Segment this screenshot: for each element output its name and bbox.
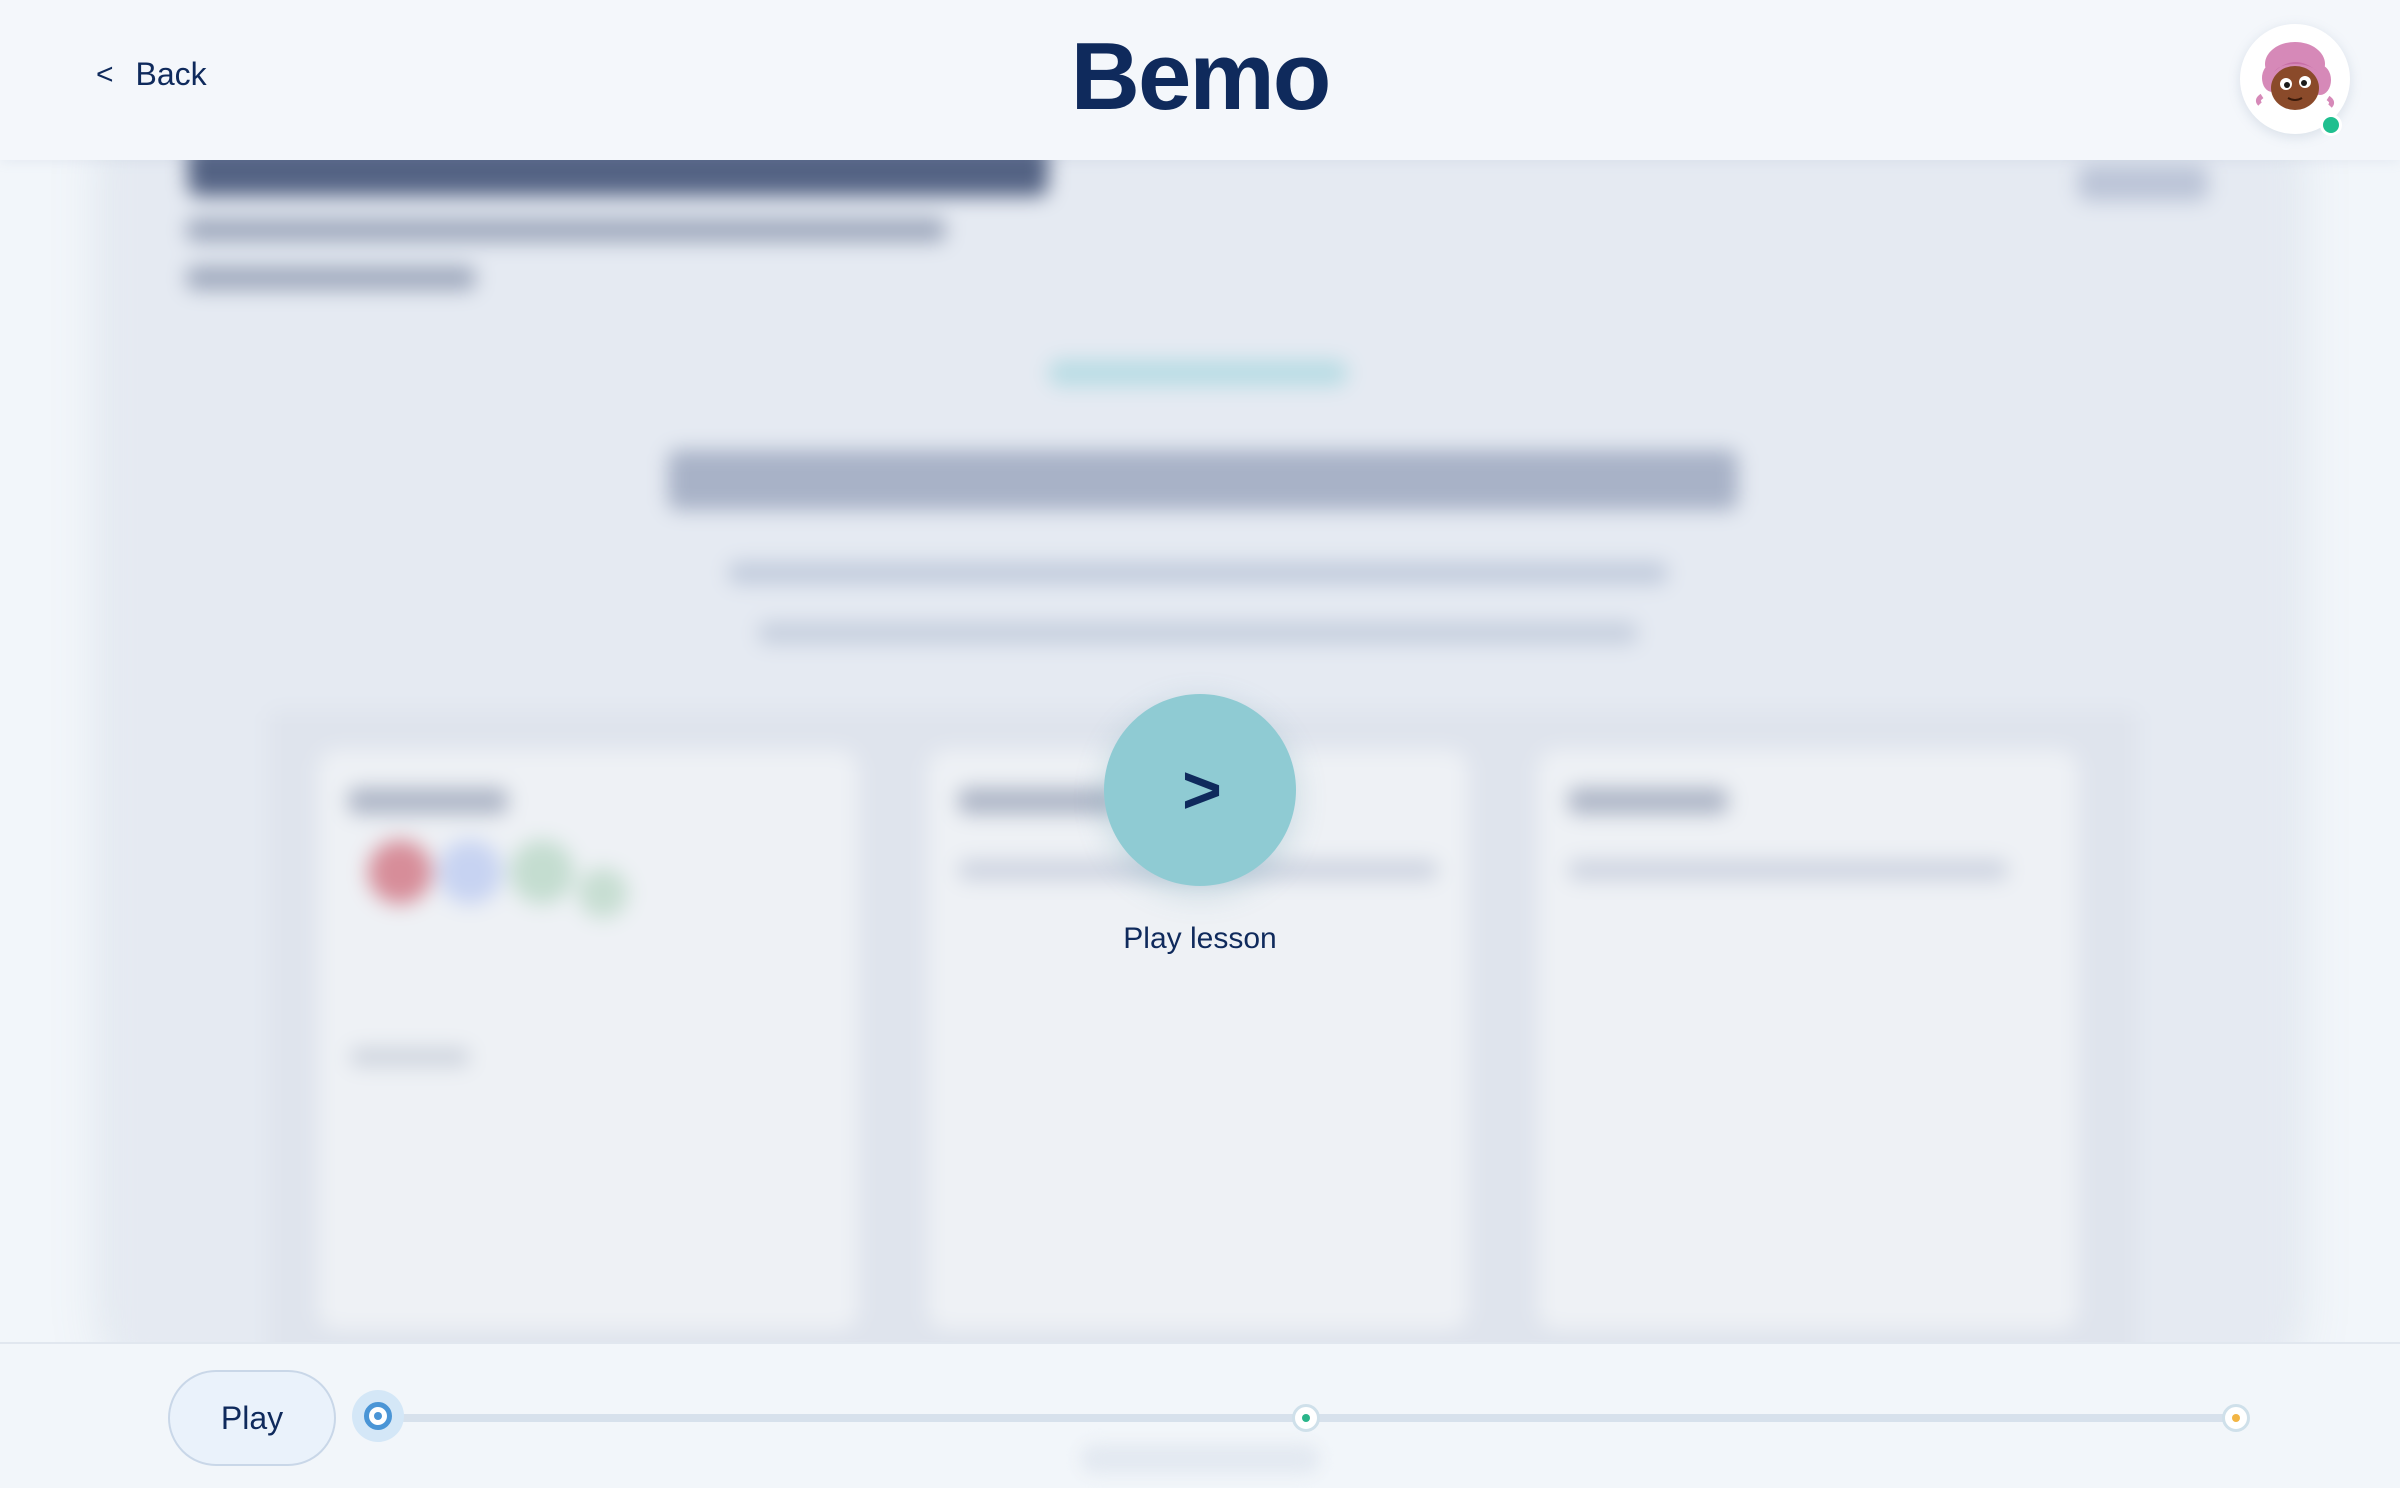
card-blurred xyxy=(318,750,858,1330)
bead-blurred xyxy=(578,868,628,918)
bead-blurred xyxy=(368,840,432,904)
card-title-blurred xyxy=(958,788,1118,814)
lesson-timeline[interactable] xyxy=(352,1372,2252,1462)
card-title-blurred xyxy=(348,788,508,814)
page: < Back Bemo > Play lesson Play xyxy=(0,0,2400,1488)
bead-blurred xyxy=(510,840,574,904)
play-button[interactable]: Play xyxy=(168,1370,336,1466)
timeline-marker-mid[interactable] xyxy=(1292,1404,1320,1432)
card-blurred xyxy=(1538,750,2078,1330)
bottom-playback-bar: Play xyxy=(0,1342,2400,1488)
lesson-action-blurred xyxy=(2078,165,2208,201)
activity-subtitle-blurred xyxy=(728,562,1668,584)
card-text-blurred xyxy=(1568,860,2008,880)
user-avatar-icon xyxy=(2255,42,2335,110)
app-logo: Bemo xyxy=(1070,23,1332,130)
timeline-marker-end[interactable] xyxy=(2222,1404,2250,1432)
activity-subtitle-blurred xyxy=(758,622,1638,644)
activity-title-blurred xyxy=(668,450,1738,510)
bead-blurred xyxy=(438,840,502,904)
card-footnote-blurred xyxy=(350,1048,470,1066)
play-lesson-label: Play lesson xyxy=(1123,922,1277,955)
online-status-dot xyxy=(2320,114,2342,136)
lesson-description-blurred xyxy=(186,218,946,242)
play-icon: > xyxy=(1182,752,1222,828)
lesson-description-blurred xyxy=(186,266,476,290)
lesson-tag-blurred xyxy=(1048,360,1348,386)
top-header: < Back Bemo xyxy=(0,0,2400,160)
play-lesson-button[interactable]: > xyxy=(1104,694,1296,886)
timeline-marker-current[interactable] xyxy=(352,1390,404,1442)
card-title-blurred xyxy=(1568,788,1728,814)
